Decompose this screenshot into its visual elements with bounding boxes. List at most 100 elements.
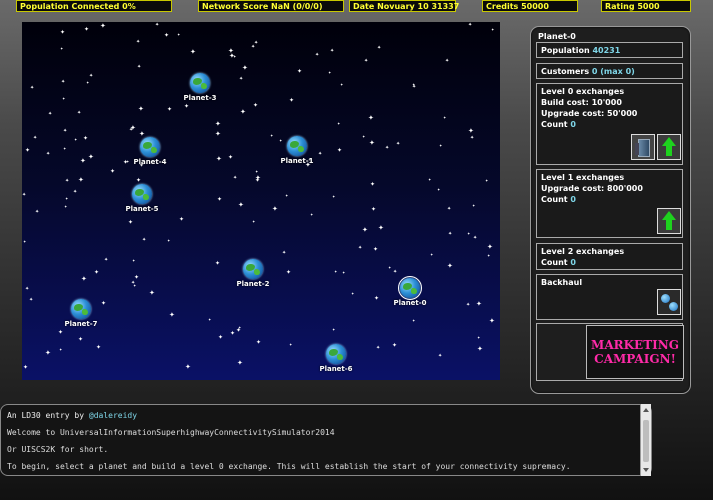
star-icon: ✦ — [23, 364, 29, 371]
console-credit-text: An LD30 entry by — [7, 411, 85, 420]
level0-box: Level 0 exchanges Build cost: 10'000 Upg… — [536, 83, 683, 165]
planet-label: Planet-5 — [125, 205, 159, 213]
planet-2[interactable]: Planet-2 — [231, 259, 275, 288]
star-icon: ✦ — [65, 196, 69, 201]
star-icon: ✦ — [371, 206, 377, 213]
star-icon: ✦ — [430, 252, 434, 257]
star-icon: ✦ — [297, 68, 303, 75]
scroll-thumb[interactable] — [643, 420, 649, 462]
star-icon: ✦ — [489, 317, 495, 325]
star-icon: ✦ — [230, 330, 236, 337]
star-icon: ✦ — [328, 70, 332, 75]
console-line-4: To begin, select a planet and build a le… — [7, 462, 571, 471]
author-handle-link[interactable]: @dalereidy — [89, 411, 137, 420]
star-icon: ✦ — [487, 253, 491, 258]
star-icon: ✦ — [337, 121, 341, 126]
star-icon: ✦ — [215, 260, 221, 267]
star-icon: ✦ — [80, 157, 86, 165]
star-icon: ✦ — [485, 178, 489, 183]
star-icon: ✦ — [470, 135, 475, 141]
console-scrollbar[interactable] — [640, 404, 651, 476]
star-icon: ✦ — [286, 269, 292, 276]
star-icon: ✦ — [138, 105, 144, 113]
planet-label: Planet-2 — [236, 280, 270, 288]
star-icon: ✦ — [364, 58, 369, 64]
population-box: Population 40231 — [536, 42, 683, 58]
star-icon: ✦ — [63, 146, 67, 151]
level0-count-label: Count — [541, 120, 568, 129]
planet-globe-icon — [326, 344, 346, 364]
scroll-down-icon[interactable] — [643, 468, 649, 472]
level0-count-value: 0 — [570, 120, 576, 129]
planet-0[interactable]: Planet-0 — [388, 276, 432, 307]
star-icon: ✦ — [437, 187, 441, 192]
message-console[interactable]: An LD30 entry by @dalereidy Welcome to U… — [0, 404, 652, 476]
star-icon: ✦ — [59, 347, 63, 352]
server-icon — [635, 139, 650, 157]
star-icon: ✦ — [100, 22, 106, 30]
backhaul-box: Backhaul — [536, 274, 683, 320]
star-icon: ✦ — [136, 39, 141, 45]
planet-3[interactable]: Planet-3 — [178, 73, 222, 102]
star-icon: ✦ — [237, 359, 243, 367]
console-line-2: Welcome to UniversalInformationSuperhigh… — [7, 428, 335, 437]
planet-globe-icon — [140, 137, 160, 157]
planet-7[interactable]: Planet-7 — [59, 299, 103, 328]
star-icon: ✦ — [48, 111, 53, 117]
planet-1[interactable]: Planet-1 — [275, 136, 319, 165]
star-icon: ✦ — [351, 291, 355, 296]
scroll-up-icon[interactable] — [643, 408, 649, 412]
star-icon: ✦ — [30, 85, 35, 91]
star-icon: ✦ — [25, 286, 30, 292]
star-icon: ✦ — [254, 40, 259, 46]
planet-info-panel: Planet-0 Population 40231 Customers 0 (m… — [530, 26, 691, 394]
upgrade-arrow-icon — [662, 211, 676, 220]
planet-6[interactable]: Planet-6 — [314, 344, 358, 373]
star-icon: ✦ — [255, 174, 261, 182]
star-icon: ✦ — [60, 46, 64, 51]
star-icon: ✦ — [491, 27, 495, 32]
star-icon: ✦ — [128, 219, 134, 226]
space-map[interactable]: ✦ ✦ ✦ ✦ ✦ ✦ ✦ ✦ ✦ ✦ ✦ ✦ ✦ ✦ ✦ ✦ ✦ ✦ ✦ ✦ ✦ ✦ ✦ ✦ ✦ ✦ ✦ ✦ ✦ ✦ ✦ ✦ ✦ ✦ ✦ ✦ ✦ ✦ ✦ ✦… — [22, 22, 500, 380]
build-backhaul-button[interactable] — [657, 289, 681, 315]
star-icon: ✦ — [377, 45, 382, 51]
customers-value: 0 (max 0) — [591, 67, 635, 76]
star-icon: ✦ — [340, 82, 344, 87]
star-icon: ✦ — [362, 226, 368, 234]
star-icon: ✦ — [29, 297, 34, 303]
planet-4[interactable]: Planet-4 — [128, 137, 172, 166]
star-icon: ✦ — [61, 79, 66, 85]
star-icon: ✦ — [412, 318, 416, 323]
star-icon: ✦ — [74, 137, 78, 142]
star-icon: ✦ — [185, 363, 191, 371]
population-value: 40231 — [592, 46, 621, 55]
upgrade-level0-button[interactable] — [657, 134, 681, 160]
star-icon: ✦ — [374, 295, 380, 302]
star-icon: ✦ — [83, 135, 89, 142]
star-icon: ✦ — [252, 219, 256, 224]
planet-5[interactable]: Planet-5 — [120, 184, 164, 213]
star-icon: ✦ — [369, 139, 375, 147]
star-icon: ✦ — [155, 22, 160, 28]
star-icon: ✦ — [447, 206, 452, 212]
star-icon: ✦ — [84, 26, 90, 33]
star-icon: ✦ — [330, 48, 335, 54]
build-level0-button[interactable] — [631, 134, 655, 160]
star-icon: ✦ — [215, 120, 221, 128]
star-icon: ✦ — [60, 29, 66, 36]
star-icon: ✦ — [310, 212, 314, 217]
star-icon: ✦ — [35, 209, 40, 215]
marketing-campaign-button[interactable]: MARKETING CAMPAIGN! — [586, 325, 684, 379]
planet-globe-icon — [287, 136, 307, 156]
credits-stat: Credits 50000 — [482, 0, 578, 12]
star-icon: ✦ — [88, 153, 94, 161]
star-icon: ✦ — [86, 80, 90, 85]
star-icon: ✦ — [167, 238, 171, 243]
level2-box: Level 2 exchanges Count 0 — [536, 243, 683, 270]
level1-upgrade-cost: Upgrade cost: 800'000 — [541, 184, 643, 193]
star-icon: ✦ — [167, 106, 173, 113]
upgrade-level1-button[interactable] — [657, 208, 681, 234]
star-icon: ✦ — [476, 300, 482, 308]
star-icon: ✦ — [45, 349, 51, 357]
star-icon: ✦ — [385, 145, 390, 151]
